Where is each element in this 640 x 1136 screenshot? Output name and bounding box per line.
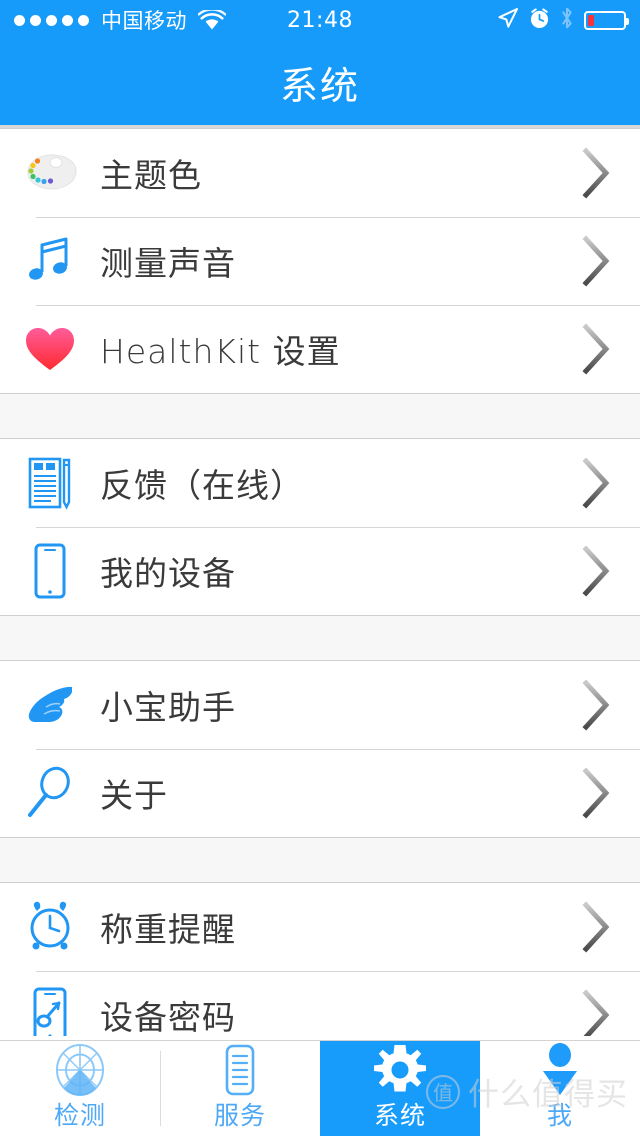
carrier-label: 中国移动 bbox=[101, 9, 187, 33]
chevron-right-icon bbox=[554, 147, 640, 199]
list-item-my-device[interactable]: 我的设备 bbox=[0, 527, 640, 615]
chevron-right-icon bbox=[554, 989, 640, 1036]
page-title: 系统 bbox=[279, 64, 360, 108]
music-note-icon bbox=[0, 217, 100, 305]
palette-icon bbox=[0, 129, 100, 217]
gear-icon bbox=[373, 1044, 427, 1094]
tab-service[interactable]: 服务 bbox=[160, 1041, 320, 1136]
list-item-theme-color[interactable]: 主题色 bbox=[0, 129, 640, 217]
signal-strength-dots bbox=[14, 14, 89, 26]
list-item-device-password[interactable]: 设备密码 bbox=[0, 971, 640, 1036]
tab-label: 我 bbox=[546, 1100, 573, 1130]
tab-me[interactable]: 我 bbox=[480, 1041, 640, 1136]
list-item-label: 主题色 bbox=[100, 156, 202, 195]
list-item-label: 设备密码 bbox=[100, 998, 236, 1036]
document-list-icon bbox=[219, 1044, 261, 1095]
tab-label: 系统 bbox=[373, 1100, 426, 1130]
settings-group: 称重提醒 设备密码 bbox=[0, 882, 640, 1036]
tab-bar: 检测 服务 系统 我 bbox=[0, 1040, 640, 1136]
list-item-label: 称重提醒 bbox=[100, 910, 236, 949]
list-item-label: 测量声音 bbox=[100, 244, 236, 283]
settings-group: 反馈（在线） 我的设备 bbox=[0, 438, 640, 616]
chevron-right-icon bbox=[554, 901, 640, 953]
section-gap bbox=[0, 838, 640, 882]
settings-group: 小宝助手 关于 bbox=[0, 660, 640, 838]
notepad-pencil-icon bbox=[0, 439, 100, 527]
magnifier-icon bbox=[0, 749, 100, 837]
location-arrow-icon bbox=[496, 6, 520, 34]
list-item-xiaobao-assistant[interactable]: 小宝助手 bbox=[0, 661, 640, 749]
list-item-label: 关于 bbox=[100, 776, 168, 815]
nav-bar: 系统 bbox=[0, 40, 640, 128]
list-item-label: 反馈（在线） bbox=[100, 466, 304, 505]
radar-icon bbox=[52, 1043, 108, 1096]
list-item-feedback-online[interactable]: 反馈（在线） bbox=[0, 439, 640, 527]
battery-low-icon bbox=[584, 10, 629, 30]
status-bar: 中国移动 21:48 bbox=[0, 0, 640, 40]
chevron-right-icon bbox=[554, 235, 640, 287]
phone-device-icon bbox=[0, 527, 100, 615]
alarm-clock-icon bbox=[529, 7, 550, 33]
tab-detection[interactable]: 检测 bbox=[0, 1041, 160, 1136]
tab-system[interactable]: 系统 bbox=[320, 1041, 480, 1136]
wifi-icon bbox=[198, 9, 226, 31]
heart-icon bbox=[0, 305, 100, 393]
person-icon bbox=[537, 1042, 583, 1095]
section-gap bbox=[0, 394, 640, 438]
bluetooth-icon bbox=[559, 6, 575, 34]
alarm-clock-icon bbox=[0, 883, 100, 971]
tab-label: 服务 bbox=[213, 1100, 266, 1130]
status-bar-right-icons bbox=[496, 6, 629, 34]
settings-list[interactable]: 主题色 测量声音 HealthKit 设置 反馈（在线） 我的设备 小宝助手 关… bbox=[0, 128, 640, 1036]
phone-key-icon bbox=[0, 971, 100, 1036]
settings-group: 主题色 测量声音 HealthKit 设置 bbox=[0, 128, 640, 394]
tab-label: 检测 bbox=[53, 1100, 106, 1130]
section-gap bbox=[0, 616, 640, 660]
chevron-right-icon bbox=[554, 767, 640, 819]
chevron-right-icon bbox=[554, 323, 640, 375]
list-item-label: HealthKit 设置 bbox=[100, 332, 341, 371]
list-item-about[interactable]: 关于 bbox=[0, 749, 640, 837]
chevron-right-icon bbox=[554, 679, 640, 731]
chevron-right-icon bbox=[554, 457, 640, 509]
list-item-weighing-reminder[interactable]: 称重提醒 bbox=[0, 883, 640, 971]
list-item-label: 我的设备 bbox=[100, 554, 236, 593]
pointing-hand-icon bbox=[0, 661, 100, 749]
list-item-label: 小宝助手 bbox=[100, 688, 236, 727]
list-item-healthkit-settings[interactable]: HealthKit 设置 bbox=[0, 305, 640, 393]
list-item-measure-sound[interactable]: 测量声音 bbox=[0, 217, 640, 305]
chevron-right-icon bbox=[554, 545, 640, 597]
